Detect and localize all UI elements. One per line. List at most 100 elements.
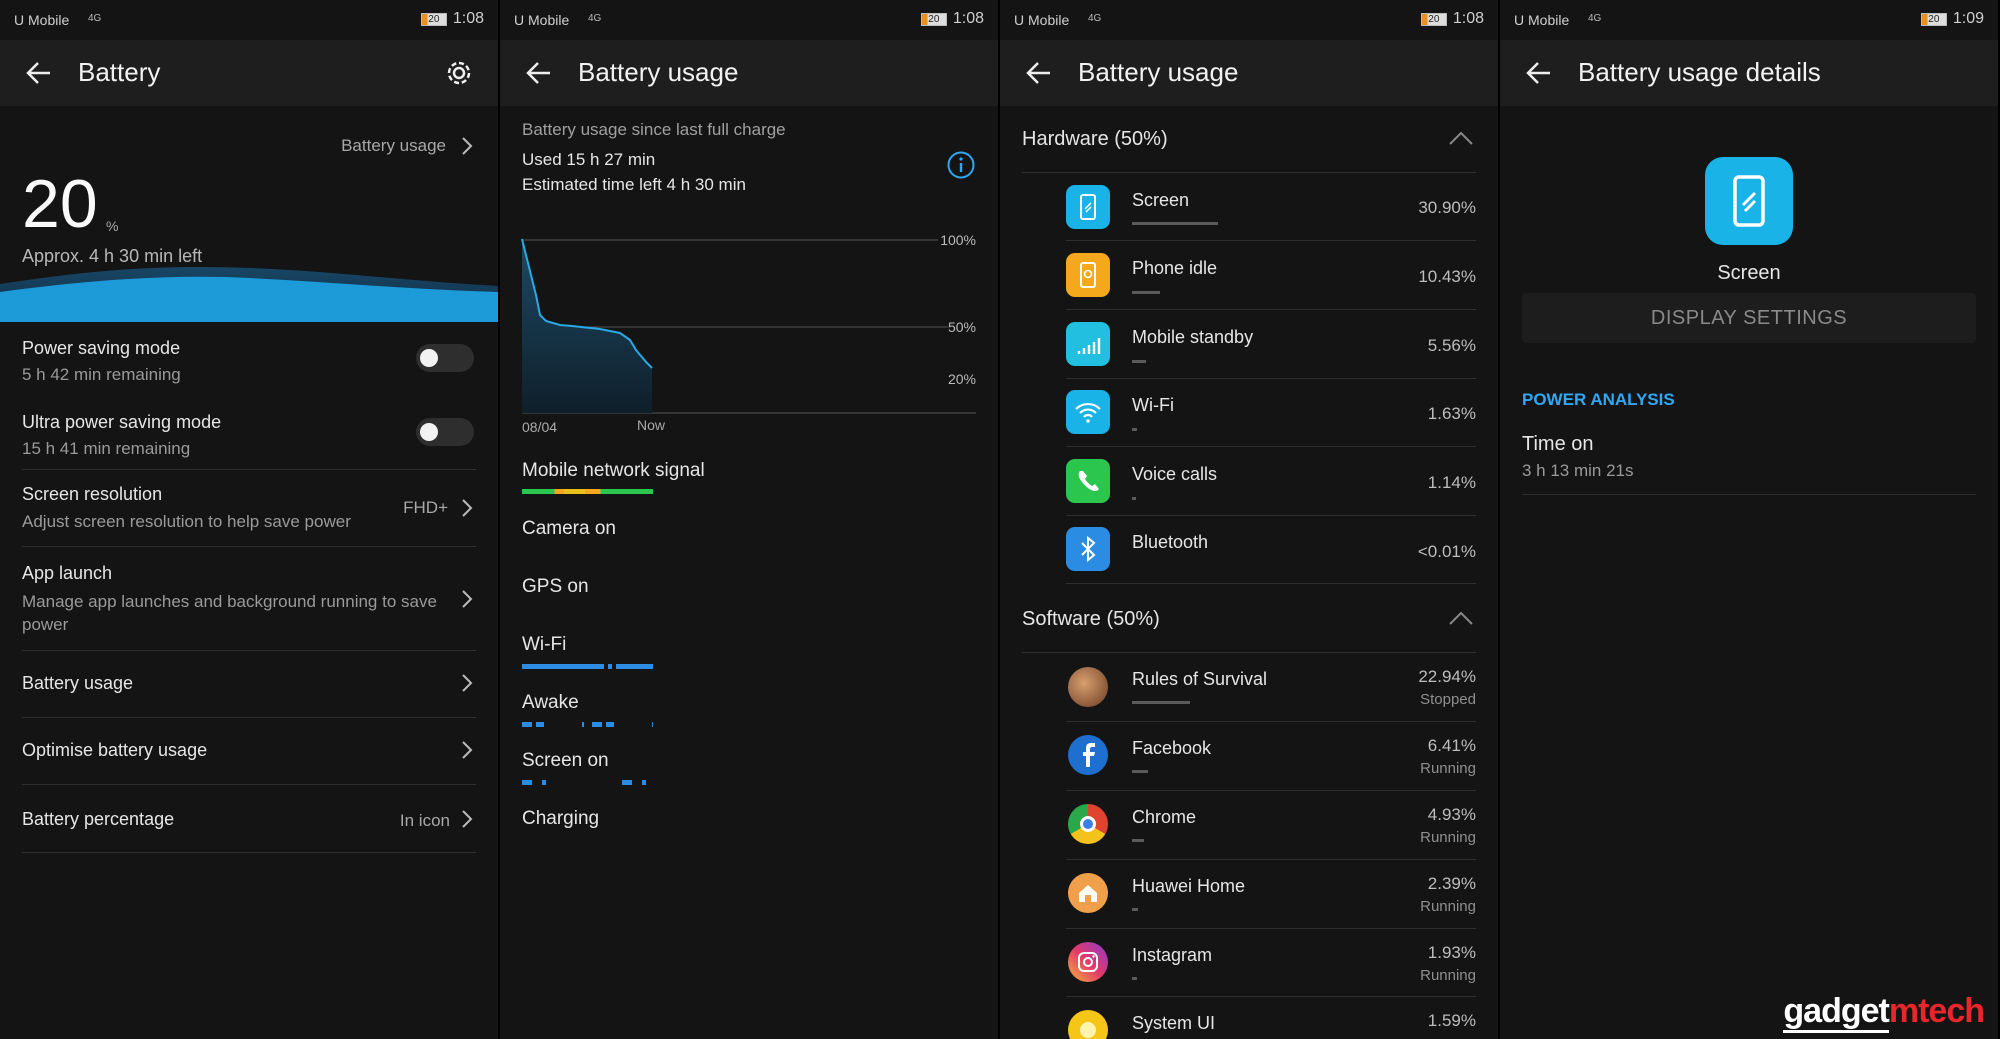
hardware-section-header[interactable]: Hardware (50%) [1022,128,1168,151]
y-tick-50: 50% [947,319,976,335]
app-bar: Battery [0,40,498,106]
battery-usage-details-screen: U Mobile 4G 20 1:09 Battery usage details… [1500,0,1998,1039]
divider [22,717,476,718]
watermark-part2: mtech [1888,992,1985,1030]
chevron-up-icon[interactable] [1448,130,1474,146]
battery-status-icon: 20 [420,12,447,26]
usage-bar [1132,770,1148,773]
phone-screen-icon [1705,157,1793,245]
divider [1066,583,1476,584]
battery-level: 20 [22,166,98,242]
screen-resolution-value: FHD+ [403,498,448,517]
time-on-label: Time on [1522,433,1594,455]
usage-bar [1132,222,1218,225]
back-arrow-icon[interactable] [522,56,556,90]
hw-item-percent: <0.01% [1417,542,1476,561]
network-type: 4G [88,13,102,24]
divider [1066,928,1476,929]
power-analysis-header: POWER ANALYSIS [1522,390,1675,409]
power-saving-mode-sub: 5 h 42 min remaining [22,365,181,384]
power-saving-toggle[interactable] [416,344,474,372]
divider [1066,240,1476,241]
ultra-power-saving-toggle[interactable] [416,418,474,446]
sw-item-state: Running [1420,829,1476,846]
battery-level-unit: % [106,218,119,234]
app-launch-sub: Manage app launches and background runni… [22,592,437,634]
usage-bar [1132,428,1137,431]
x-label-start: 08/04 [522,419,558,435]
chart-area [522,239,652,413]
divider [1066,790,1476,791]
track-awake: Awake [522,692,579,713]
chevron-up-icon[interactable] [1448,610,1474,626]
track-camera-on: Camera on [522,518,616,539]
power-saving-mode-label: Power saving mode [22,338,181,358]
phone-screen-icon [1066,185,1110,229]
divider [22,650,476,651]
sw-item-state: Running [1420,760,1476,777]
battery-screen: U Mobile 4G 20 1:08 Battery Battery usage… [0,0,498,1039]
hw-item-percent: 10.43% [1418,267,1476,286]
battery-level-chart [521,238,976,414]
chevron-right-icon [462,137,473,155]
carrier-label: U Mobile [514,12,570,28]
status-bar: U Mobile 4G 20 1:08 [500,0,998,40]
sw-item-name: Rules of Survival [1132,669,1268,689]
software-section-header[interactable]: Software (50%) [1022,608,1160,631]
rules-of-survival-icon [1068,667,1108,707]
hw-item-name: Wi-Fi [1132,395,1174,415]
y-tick-20: 20% [947,371,976,387]
info-icon[interactable] [946,150,976,180]
detail-app-name: Screen [1717,262,1781,284]
estimated-time-left: Estimated time left 4 h 30 min [522,175,746,194]
sw-item-name: Facebook [1132,738,1212,758]
battery-status-icon: 20 [920,12,947,26]
back-arrow-icon[interactable] [1522,56,1556,90]
divider [1066,309,1476,310]
hw-item-name: Bluetooth [1132,532,1209,552]
battery-percentage-label[interactable]: Battery percentage [22,809,174,830]
app-bar: Battery usage details [1500,40,1998,106]
hw-item-percent: 1.63% [1427,404,1476,423]
divider [22,546,476,547]
sw-item-name: System UI [1132,1013,1216,1033]
back-arrow-icon[interactable] [22,56,56,90]
hw-item-name: Screen [1132,190,1190,210]
status-bar: U Mobile 4G 20 1:09 [1500,0,1998,40]
bluetooth-icon [1066,527,1110,571]
divider [1066,446,1476,447]
hw-item-percent: 1.14% [1427,473,1476,492]
display-settings-button[interactable]: DISPLAY SETTINGS [1522,293,1976,343]
watermark-part1: gadget [1783,992,1890,1033]
ultra-power-saving-sub: 15 h 41 min remaining [22,439,191,458]
battery-status-icon: 20 [1420,12,1447,26]
gear-icon[interactable] [442,56,476,90]
page-title: Battery usage [1078,57,1239,87]
battery-usage-label[interactable]: Battery usage [22,673,133,694]
carrier-label: U Mobile [14,12,70,28]
usage-since-label: Battery usage since last full charge [522,120,786,139]
optimise-battery-label[interactable]: Optimise battery usage [22,740,207,761]
hw-item-name: Voice calls [1132,464,1218,484]
divider [1066,378,1476,379]
sw-item-percent: 6.41% [1427,736,1476,755]
usage-bar [1132,360,1146,363]
chevron-right-icon [462,590,473,608]
x-label-now: Now [637,417,666,433]
back-arrow-icon[interactable] [1022,56,1056,90]
wifi-bar [522,664,653,669]
hw-item-percent: 30.90% [1418,198,1476,217]
battery-status-icon: 20 [1920,12,1947,26]
awake-bar [522,722,653,727]
usage-bar [1132,291,1160,294]
track-mobile-signal: Mobile network signal [522,460,705,481]
usage-bar [1132,977,1137,980]
usage-bar [1132,908,1138,911]
battery-percentage-value: In icon [399,811,450,830]
divider [1022,172,1476,173]
watermark-logo: gadgetmtech [1783,992,1985,1033]
app-launch-label[interactable]: App launch [22,563,112,584]
screen-resolution-label[interactable]: Screen resolution [22,484,162,505]
page-title: Battery [78,57,161,87]
battery-usage-link[interactable]: Battery usage [341,136,446,156]
